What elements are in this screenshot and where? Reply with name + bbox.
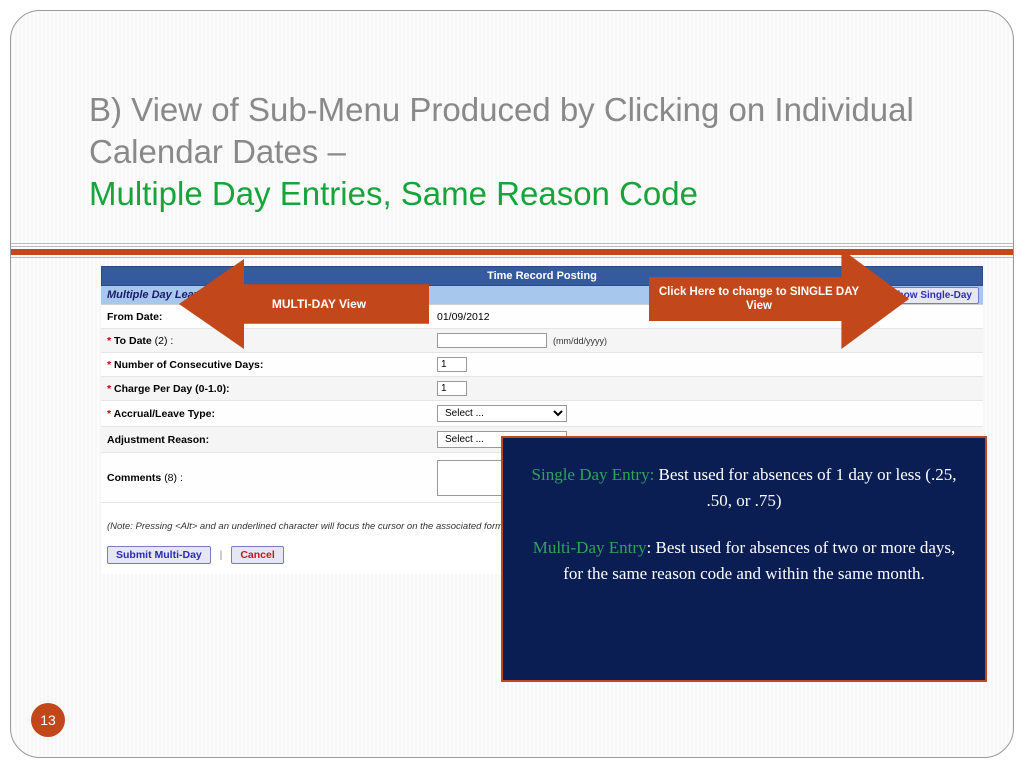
comments-label: Comments (8) : xyxy=(107,472,437,484)
info-single-heading: Single Day Entry: xyxy=(532,465,655,484)
info-callout-box: Single Day Entry: Best used for absences… xyxy=(501,436,987,682)
info-single-body: Best used for absences of 1 day or less … xyxy=(654,465,956,510)
info-multi-heading: Multi-Day Entry xyxy=(533,538,647,557)
row-charge-per-day: * Charge Per Day (0-1.0): xyxy=(101,377,983,401)
charge-per-day-input[interactable] xyxy=(437,381,467,396)
consecutive-days-input[interactable] xyxy=(437,357,467,372)
to-date-label: * To Date (2) : xyxy=(107,335,437,347)
title-line-green: Multiple Day Entries, Same Reason Code xyxy=(89,175,698,212)
button-separator: | xyxy=(220,549,223,561)
row-consecutive-days: * Number of Consecutive Days: xyxy=(101,353,983,377)
charge-per-day-label: * Charge Per Day (0-1.0): xyxy=(107,383,437,395)
row-accrual-type: * Accrual/Leave Type: Select ... xyxy=(101,401,983,427)
slide-title: B) View of Sub-Menu Produced by Clicking… xyxy=(89,89,935,216)
slide-frame: B) View of Sub-Menu Produced by Clicking… xyxy=(10,10,1014,758)
title-line-gray: B) View of Sub-Menu Produced by Clicking… xyxy=(89,91,914,170)
consecutive-days-label: * Number of Consecutive Days: xyxy=(107,359,437,371)
to-date-hint: (mm/dd/yyyy) xyxy=(553,336,607,346)
accrual-type-label: * Accrual/Leave Type: xyxy=(107,408,437,420)
adjustment-reason-label: Adjustment Reason: xyxy=(107,434,437,446)
submit-multi-day-button[interactable]: Submit Multi-Day xyxy=(107,546,211,564)
from-date-value: 01/09/2012 xyxy=(437,311,490,323)
divider-band xyxy=(11,243,1013,257)
accrual-type-select[interactable]: Select ... xyxy=(437,405,567,422)
cancel-button[interactable]: Cancel xyxy=(231,546,283,564)
page-number-badge: 13 xyxy=(31,703,65,737)
to-date-input[interactable] xyxy=(437,333,547,348)
